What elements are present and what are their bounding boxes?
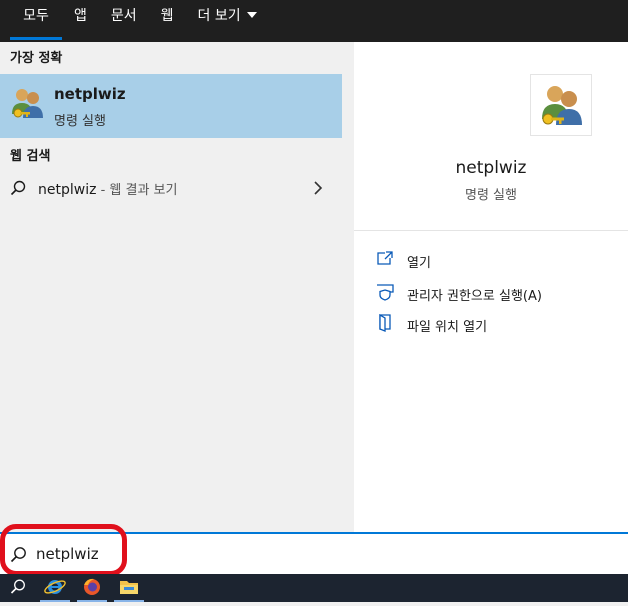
- taskbar-internet-explorer[interactable]: [37, 574, 73, 602]
- search-icon: [10, 579, 25, 594]
- file-explorer-icon: [120, 581, 138, 594]
- taskbar: [0, 574, 628, 602]
- web-search-query: netplwiz: [38, 182, 97, 198]
- open-file-location-label: 파일 위치 열기: [407, 320, 488, 335]
- taskbar-firefox[interactable]: [74, 574, 110, 602]
- firefox-icon: [84, 578, 100, 595]
- open-action-label: 열기: [407, 256, 431, 271]
- tab-documents[interactable]: 문서: [99, 0, 149, 40]
- best-match-subtitle: 명령 실행: [54, 114, 106, 129]
- chevron-right-icon[interactable]: [313, 181, 323, 195]
- taskbar-file-explorer[interactable]: [111, 574, 147, 602]
- results-pane: 가장 정확 netplwiz 명령 실행 웹 검색 netplwiz - 웹 결…: [0, 42, 342, 532]
- search-box: [0, 532, 628, 574]
- shield-icon: [377, 284, 394, 301]
- users-key-icon: [542, 86, 582, 125]
- search-input[interactable]: [36, 542, 336, 566]
- open-icon: [377, 251, 393, 265]
- users-key-icon: [12, 89, 43, 118]
- detail-subtitle: 명령 실행: [465, 188, 517, 203]
- tab-apps[interactable]: 앱: [62, 0, 99, 40]
- best-match-header: 가장 정확: [10, 51, 63, 66]
- detail-title: netplwiz: [455, 158, 527, 178]
- search-icon: [10, 547, 26, 563]
- search-icon: [10, 180, 26, 196]
- best-match-result[interactable]: netplwiz 명령 실행: [0, 74, 342, 138]
- run-as-admin-label: 관리자 권한으로 실행(A): [407, 289, 542, 304]
- divider: [354, 230, 628, 231]
- web-search-header: 웹 검색: [10, 149, 51, 164]
- chevron-down-icon: [246, 12, 257, 18]
- web-search-suffix: - 웹 결과 보기: [96, 183, 178, 198]
- tab-more[interactable]: 더 보기: [186, 0, 269, 40]
- detail-pane: netplwiz 명령 실행 열기 관리자 권한으로 실행(A) 파일 위치 열…: [354, 42, 628, 532]
- web-search-result[interactable]: netplwiz - 웹 결과 보기: [0, 172, 342, 204]
- search-scope-tabs: 모두 앱 문서 웹 더 보기: [0, 0, 628, 42]
- app-icon-tile: [530, 74, 592, 136]
- tab-web[interactable]: 웹: [149, 0, 186, 40]
- tab-more-label: 더 보기: [197, 8, 241, 24]
- taskbar-search-button[interactable]: [0, 574, 36, 602]
- internet-explorer-icon: [44, 580, 66, 594]
- best-match-title: netplwiz: [54, 85, 126, 103]
- tab-all[interactable]: 모두: [10, 0, 62, 40]
- file-location-icon: [379, 314, 391, 332]
